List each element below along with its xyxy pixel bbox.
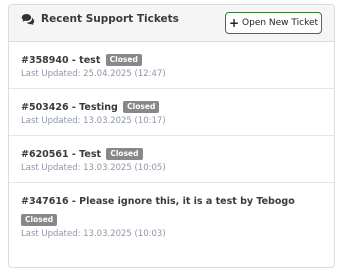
ticket-title: #503426 - Testing (21, 102, 118, 113)
status-badge: Closed (21, 214, 58, 226)
ticket-title: #358940 - test (21, 55, 101, 66)
open-new-ticket-label: Open New Ticket (242, 18, 319, 28)
ticket-list: #358940 - test Closed Last Updated: 25.0… (9, 42, 334, 250)
ticket-last-updated: Last Updated: 13.03.2025 (10:05) (21, 163, 166, 173)
comments-icon (21, 14, 35, 25)
ticket-last-updated: Last Updated: 13.03.2025 (10:03) (21, 229, 166, 239)
ticket-item[interactable]: #358940 - test Closed Last Updated: 25.0… (9, 42, 334, 89)
ticket-last-updated: Last Updated: 13.03.2025 (10:17) (21, 116, 166, 126)
panel-title: Recent Support Tickets (21, 13, 179, 25)
status-badge: Closed (105, 54, 142, 66)
status-badge: Closed (106, 148, 143, 160)
ticket-last-updated: Last Updated: 25.04.2025 (12:47) (21, 69, 166, 79)
open-new-ticket-button[interactable]: + Open New Ticket (225, 12, 322, 34)
ticket-item[interactable]: #503426 - Testing Closed Last Updated: 1… (9, 89, 334, 136)
plus-icon: + (228, 16, 240, 30)
ticket-title: #620561 - Test (21, 149, 102, 160)
ticket-title: #347616 - Please ignore this, it is a te… (21, 196, 295, 207)
status-badge: Closed (123, 101, 160, 113)
panel-title-text: Recent Support Tickets (41, 13, 179, 25)
recent-tickets-panel: Recent Support Tickets + Open New Ticket… (8, 4, 335, 268)
panel-header: Recent Support Tickets + Open New Ticket (9, 5, 334, 42)
ticket-item[interactable]: #620561 - Test Closed Last Updated: 13.0… (9, 136, 334, 183)
ticket-item[interactable]: #347616 - Please ignore this, it is a te… (9, 183, 334, 250)
